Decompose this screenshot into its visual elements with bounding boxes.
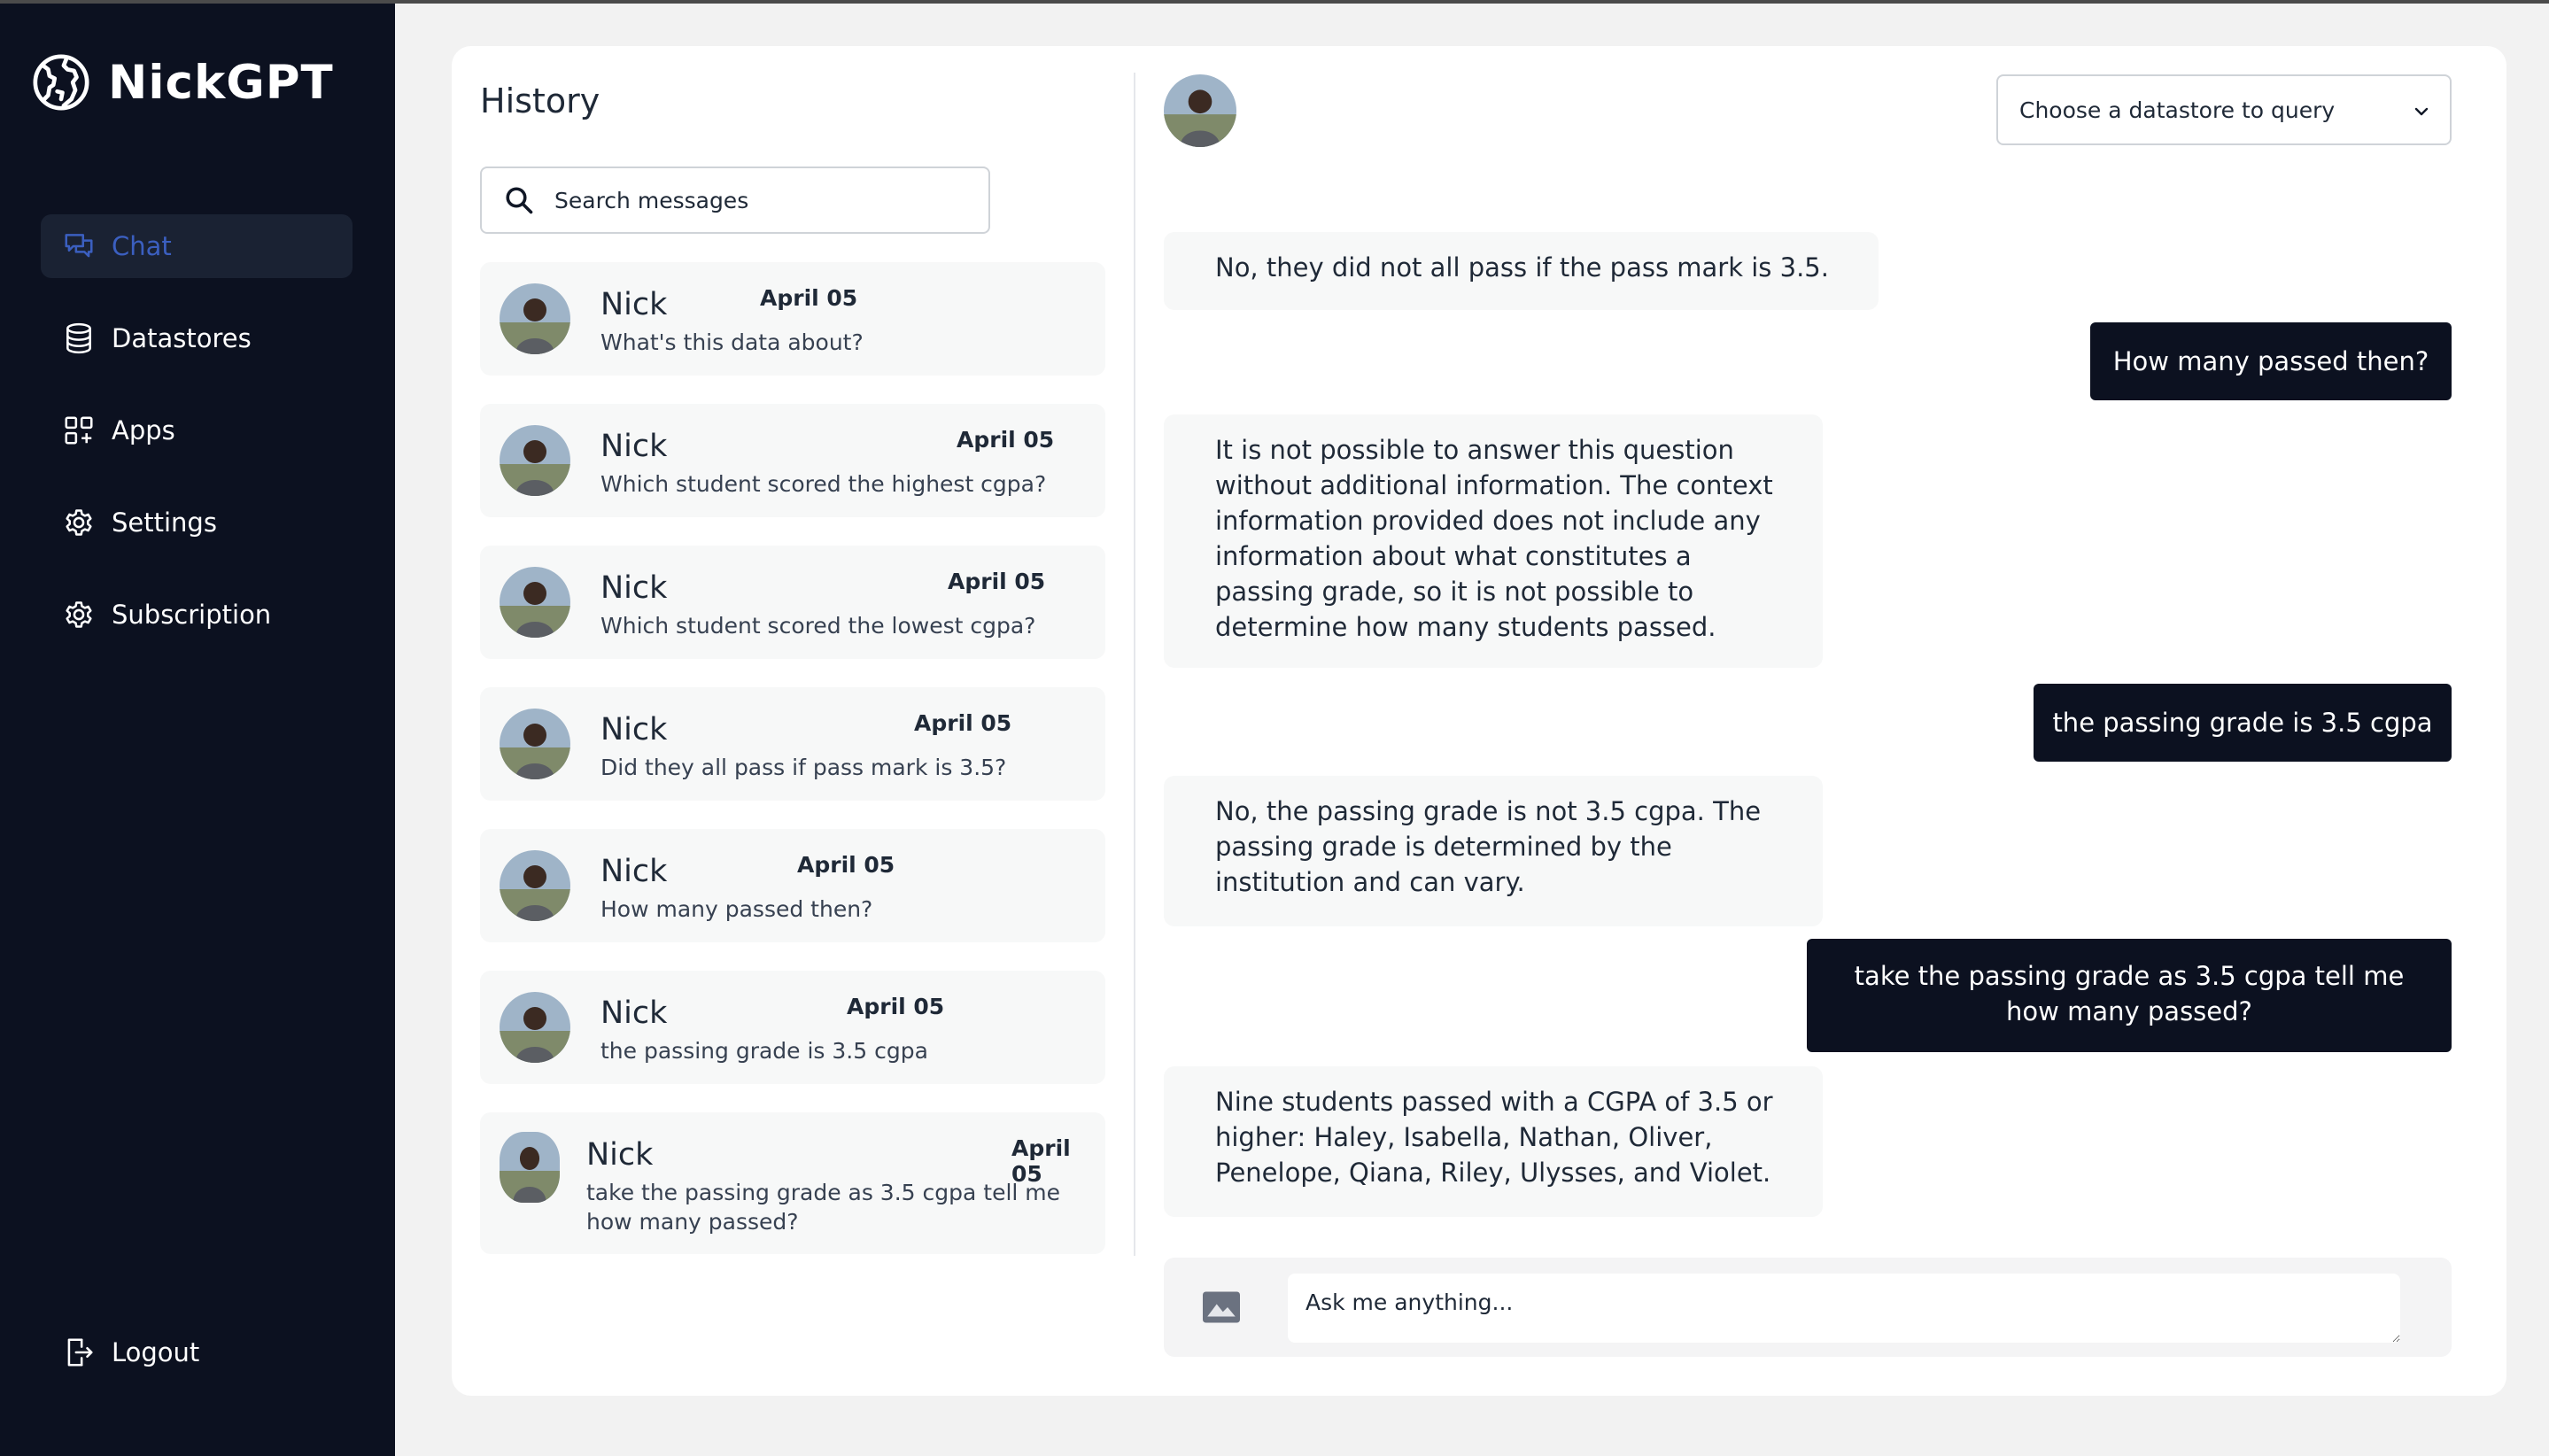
user-message: take the passing grade as 3.5 cgpa tell … [1807, 939, 2452, 1052]
image-upload-icon[interactable] [1203, 1291, 1240, 1323]
search-input[interactable] [554, 187, 971, 213]
history-item-date: April 05 [847, 994, 945, 1019]
sidebar-item-apps[interactable]: Apps [41, 399, 353, 462]
bot-message: No, the passing grade is not 3.5 cgpa. T… [1164, 776, 1823, 926]
search-icon [506, 187, 533, 214]
avatar [500, 1132, 560, 1203]
avatar [500, 425, 570, 496]
history-item-name: Nick [600, 712, 668, 747]
panel-divider [1134, 73, 1135, 1256]
sidebar-item-subscription[interactable]: Subscription [41, 583, 353, 647]
sidebar-item-datastores[interactable]: Datastores [41, 306, 353, 370]
datastore-select[interactable]: Choose a datastore to query [1996, 74, 2452, 145]
sidebar: NickGPT Chat Datastores Apps Settings Su… [0, 4, 395, 1456]
history-item-name: Nick [600, 570, 668, 606]
history-item-name: Nick [600, 995, 668, 1031]
history-item-message: How many passed then? [600, 896, 873, 922]
main-card: History Nick April 05 What's this data a… [452, 46, 2506, 1396]
history-item-name: Nick [600, 287, 668, 322]
avatar [500, 567, 570, 638]
search-box[interactable] [480, 167, 990, 234]
avatar [1164, 74, 1236, 147]
history-item-name: Nick [600, 429, 668, 464]
bot-message: It is not possible to answer this questi… [1164, 414, 1823, 668]
user-message: the passing grade is 3.5 cgpa [2034, 684, 2452, 762]
gear-icon [66, 509, 92, 536]
chat-bubbles-icon [65, 234, 93, 258]
logout-label: Logout [112, 1337, 200, 1367]
gear-icon [66, 601, 92, 628]
globe-logo-icon [33, 54, 89, 111]
sidebar-item-settings[interactable]: Settings [41, 491, 353, 554]
logout-icon [67, 1338, 93, 1367]
brand[interactable]: NickGPT [30, 51, 334, 113]
sidebar-item-label: Subscription [112, 600, 272, 630]
user-message: How many passed then? [2090, 322, 2452, 400]
sidebar-item-label: Datastores [112, 323, 252, 353]
bot-message: Nine students passed with a CGPA of 3.5 … [1164, 1066, 1823, 1217]
composer [1164, 1258, 2452, 1357]
history-item-message: the passing grade is 3.5 cgpa [600, 1038, 928, 1064]
history-item[interactable]: Nick April 05 Did they all pass if pass … [480, 687, 1105, 801]
sidebar-item-label: Chat [112, 231, 172, 261]
history-item-name: Nick [586, 1137, 654, 1173]
history-item[interactable]: Nick April 05 What's this data about? [480, 262, 1105, 376]
avatar [500, 850, 570, 921]
history-item[interactable]: Nick April 05 How many passed then? [480, 829, 1105, 942]
history-item-message: What's this data about? [600, 329, 864, 355]
history-item[interactable]: Nick April 05 Which student scored the h… [480, 404, 1105, 517]
history-item-date: April 05 [948, 569, 1046, 594]
datastore-select-value: Choose a datastore to query [2019, 97, 2336, 123]
history-item-date: April 05 [914, 710, 1012, 736]
history-item-message: take the passing grade as 3.5 cgpa tell … [586, 1180, 1061, 1235]
history-item[interactable]: Nick April 05 Which student scored the l… [480, 546, 1105, 659]
sidebar-item-label: Settings [112, 507, 217, 538]
logout-button[interactable]: Logout [62, 1336, 199, 1369]
avatar [500, 709, 570, 779]
history-item-date: April 05 [760, 285, 858, 311]
database-icon [66, 322, 91, 354]
avatar [500, 992, 570, 1063]
sidebar-item-label: Apps [112, 415, 175, 445]
chevron-down-icon [2414, 107, 2429, 116]
history-item-name: Nick [600, 854, 668, 889]
history-item-message: Did they all pass if pass mark is 3.5? [600, 755, 1007, 780]
history-item[interactable]: Nick April 05 the passing grade is 3.5 c… [480, 971, 1105, 1084]
history-title: History [480, 81, 600, 120]
history-item-message: Which student scored the lowest cgpa? [600, 613, 1036, 639]
apps-grid-icon [65, 416, 93, 445]
history-item-date: April 05 [797, 852, 895, 878]
bot-message: No, they did not all pass if the pass ma… [1164, 232, 1879, 310]
avatar [500, 283, 570, 354]
sidebar-item-chat[interactable]: Chat [41, 214, 353, 278]
brand-name: NickGPT [108, 55, 334, 110]
history-item[interactable]: Nick April 05 take the passing grade as … [480, 1112, 1105, 1254]
message-input[interactable] [1288, 1274, 2400, 1343]
history-item-date: April 05 [957, 427, 1055, 453]
history-item-message: Which student scored the highest cgpa? [600, 471, 1047, 497]
